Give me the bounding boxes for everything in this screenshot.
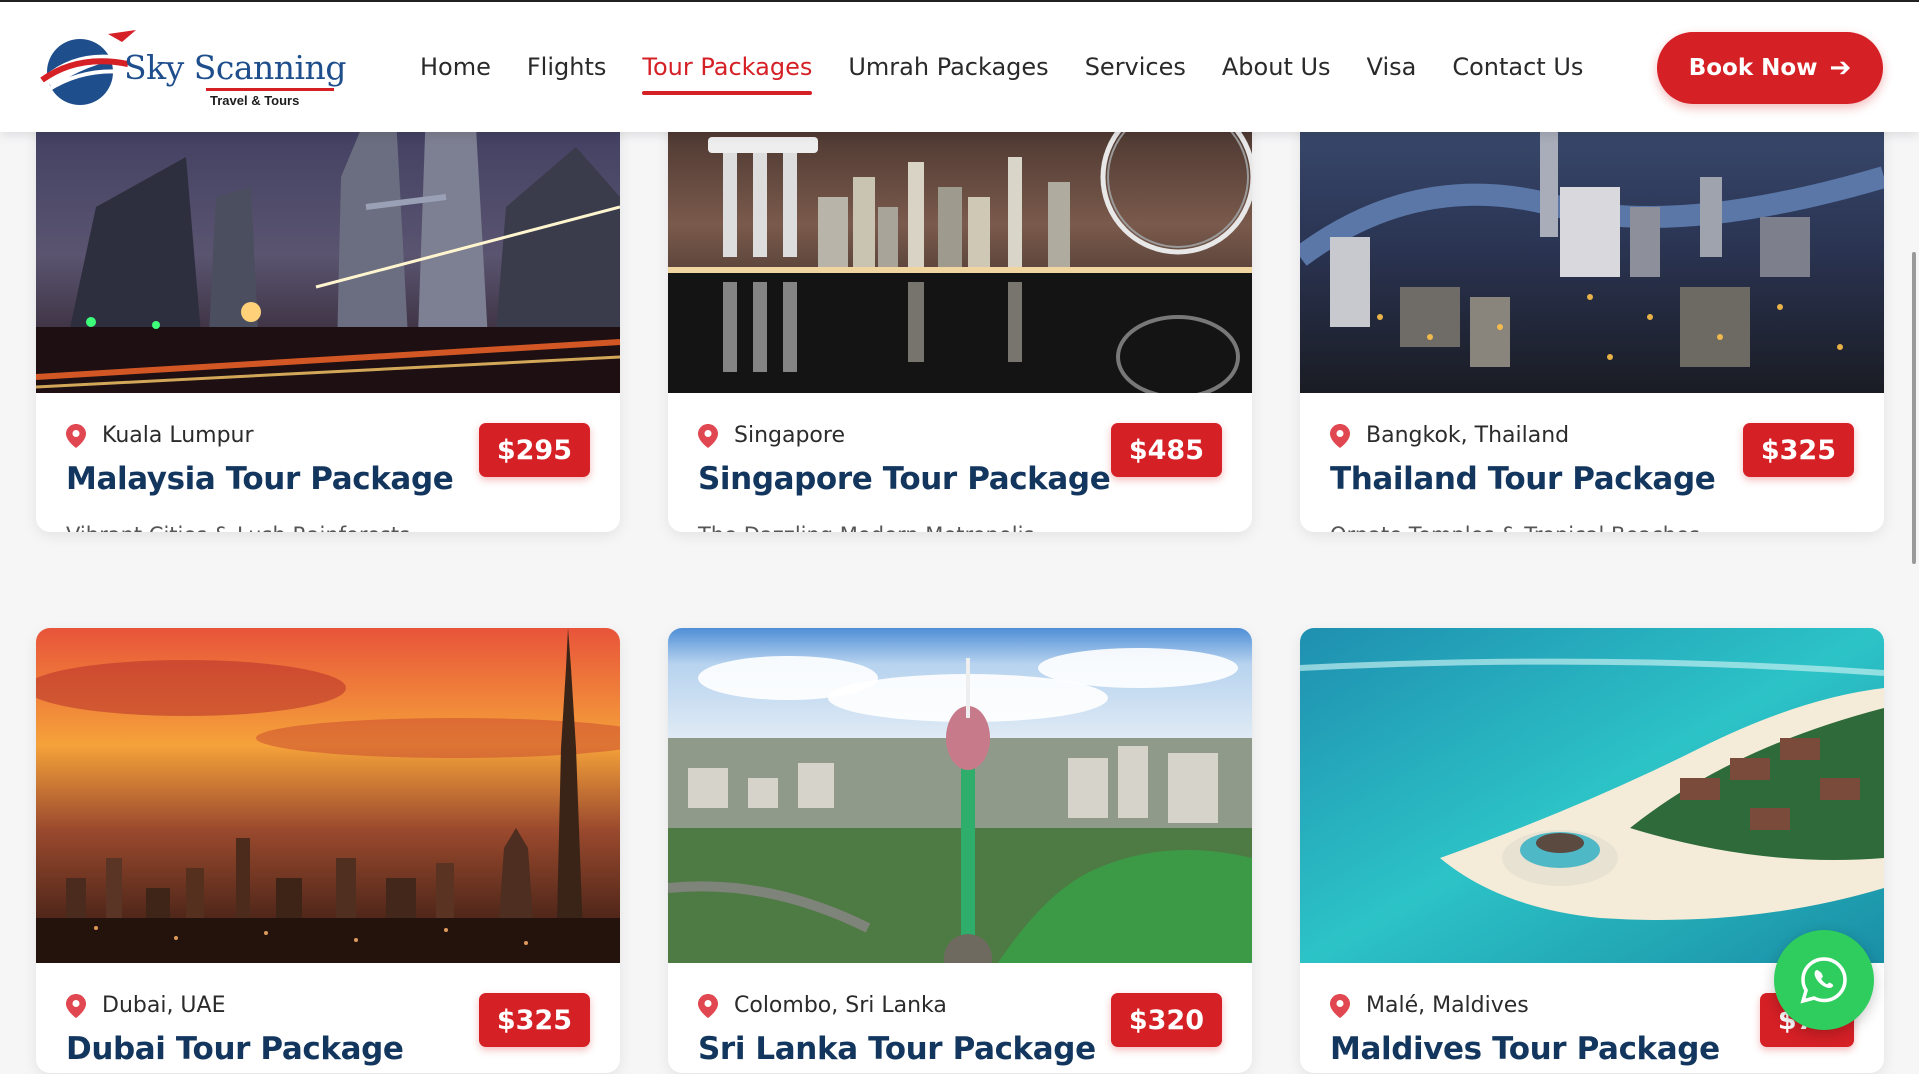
map-pin-icon (698, 423, 718, 448)
package-description: The Dazzling Modern Metropolis (698, 523, 1034, 532)
map-pin-icon (1330, 423, 1350, 448)
brand-tagline: Travel & Tours (210, 93, 300, 108)
brand-name: Sky Scanning (124, 48, 346, 87)
map-pin-icon (698, 993, 718, 1018)
nav-flights[interactable]: Flights (527, 53, 607, 81)
book-now-label: Book Now (1688, 55, 1818, 81)
site-header: Sky Scanning Travel & Tours Home Flights… (0, 2, 1919, 132)
card-location: Malé, Maldives (1330, 993, 1529, 1018)
card-location: Singapore (698, 423, 845, 448)
map-pin-icon (66, 993, 86, 1018)
nav-services[interactable]: Services (1085, 53, 1186, 81)
nav-visa[interactable]: Visa (1367, 53, 1417, 81)
location-label: Bangkok, Thailand (1366, 423, 1570, 448)
globe-plane-icon (40, 30, 136, 105)
brand-underline (206, 88, 334, 91)
colombo-tower-photo (668, 628, 1252, 963)
nav-home[interactable]: Home (420, 53, 491, 81)
map-pin-icon (1330, 993, 1350, 1018)
card-location: Colombo, Sri Lanka (698, 993, 947, 1018)
page-scrollbar-thumb[interactable] (1912, 252, 1916, 564)
package-title[interactable]: Dubai Tour Package (66, 1031, 404, 1067)
whatsapp-icon (1800, 957, 1847, 1004)
price-badge: $325 (478, 993, 590, 1047)
nav-contact-us[interactable]: Contact Us (1452, 53, 1583, 81)
bangkok-city-photo (1300, 87, 1884, 393)
package-title[interactable]: Maldives Tour Package (1330, 1031, 1720, 1067)
package-card-sri-lanka[interactable]: Colombo, Sri Lanka Sri Lanka Tour Packag… (668, 628, 1252, 1073)
main-nav: Home Flights Tour Packages Umrah Package… (420, 2, 1619, 132)
package-card-malaysia[interactable]: Kuala Lumpur Malaysia Tour Package Vibra… (36, 87, 620, 532)
location-label: Kuala Lumpur (102, 423, 254, 448)
price-badge: $325 (1742, 423, 1854, 477)
price-badge: $485 (1110, 423, 1222, 477)
location-label: Colombo, Sri Lanka (734, 993, 947, 1018)
nav-tour-packages[interactable]: Tour Packages (642, 53, 812, 95)
location-label: Singapore (734, 423, 845, 448)
arrow-right-icon: ➔ (1829, 53, 1852, 83)
nav-umrah-packages[interactable]: Umrah Packages (848, 53, 1048, 81)
top-border (0, 0, 1919, 2)
package-title[interactable]: Malaysia Tour Package (66, 461, 454, 497)
price-badge: $295 (478, 423, 590, 477)
malaysia-city-photo (36, 87, 620, 393)
card-location: Dubai, UAE (66, 993, 225, 1018)
package-title[interactable]: Thailand Tour Package (1330, 461, 1716, 497)
singapore-skyline-photo (668, 87, 1252, 393)
package-title[interactable]: Singapore Tour Package (698, 461, 1111, 497)
book-now-button[interactable]: Book Now ➔ (1657, 32, 1883, 104)
package-description: Ornate Temples & Tropical Beaches (1330, 523, 1700, 532)
location-label: Malé, Maldives (1366, 993, 1529, 1018)
package-title[interactable]: Sri Lanka Tour Package (698, 1031, 1096, 1067)
package-description: Vibrant Cities & Lush Rainforests (66, 523, 410, 532)
package-card-thailand[interactable]: Bangkok, Thailand Thailand Tour Package … (1300, 87, 1884, 532)
location-label: Dubai, UAE (102, 993, 226, 1018)
dubai-sunset-photo (36, 628, 620, 963)
package-card-dubai[interactable]: Dubai, UAE Dubai Tour Package $325 (36, 628, 620, 1073)
price-badge: $320 (1110, 993, 1222, 1047)
maldives-resort-photo (1300, 628, 1884, 963)
card-location: Kuala Lumpur (66, 423, 254, 448)
whatsapp-chat-button[interactable] (1774, 930, 1874, 1030)
map-pin-icon (66, 423, 86, 448)
package-card-singapore[interactable]: Singapore Singapore Tour Package The Daz… (668, 87, 1252, 532)
card-location: Bangkok, Thailand (1330, 423, 1569, 448)
nav-about-us[interactable]: About Us (1222, 53, 1331, 81)
brand-logo[interactable]: Sky Scanning Travel & Tours (38, 28, 346, 108)
